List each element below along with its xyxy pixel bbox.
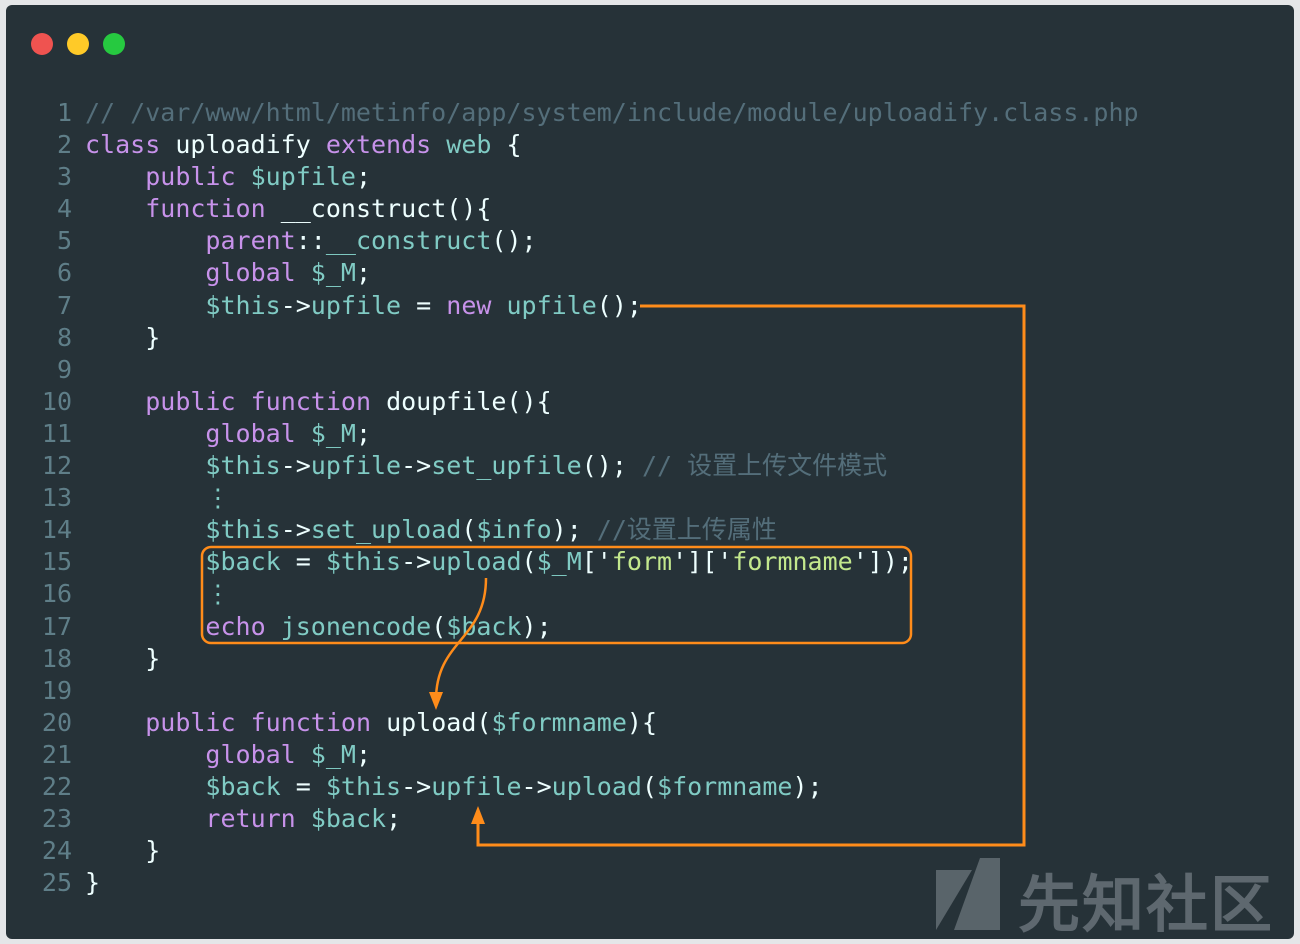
arrow-head-down-icon: [429, 692, 443, 710]
annotation-overlay: [200, 304, 1026, 847]
watermark-text: 先知社区: [1018, 868, 1275, 941]
arrow-head-up-icon: [471, 806, 485, 824]
watermark-logo-icon: [936, 858, 1000, 930]
highlight-box: [200, 545, 913, 645]
upfile-flow-connector: [476, 304, 1026, 847]
watermark: 先知社区: [930, 852, 1280, 941]
call-flow-arrow: [434, 577, 488, 701]
